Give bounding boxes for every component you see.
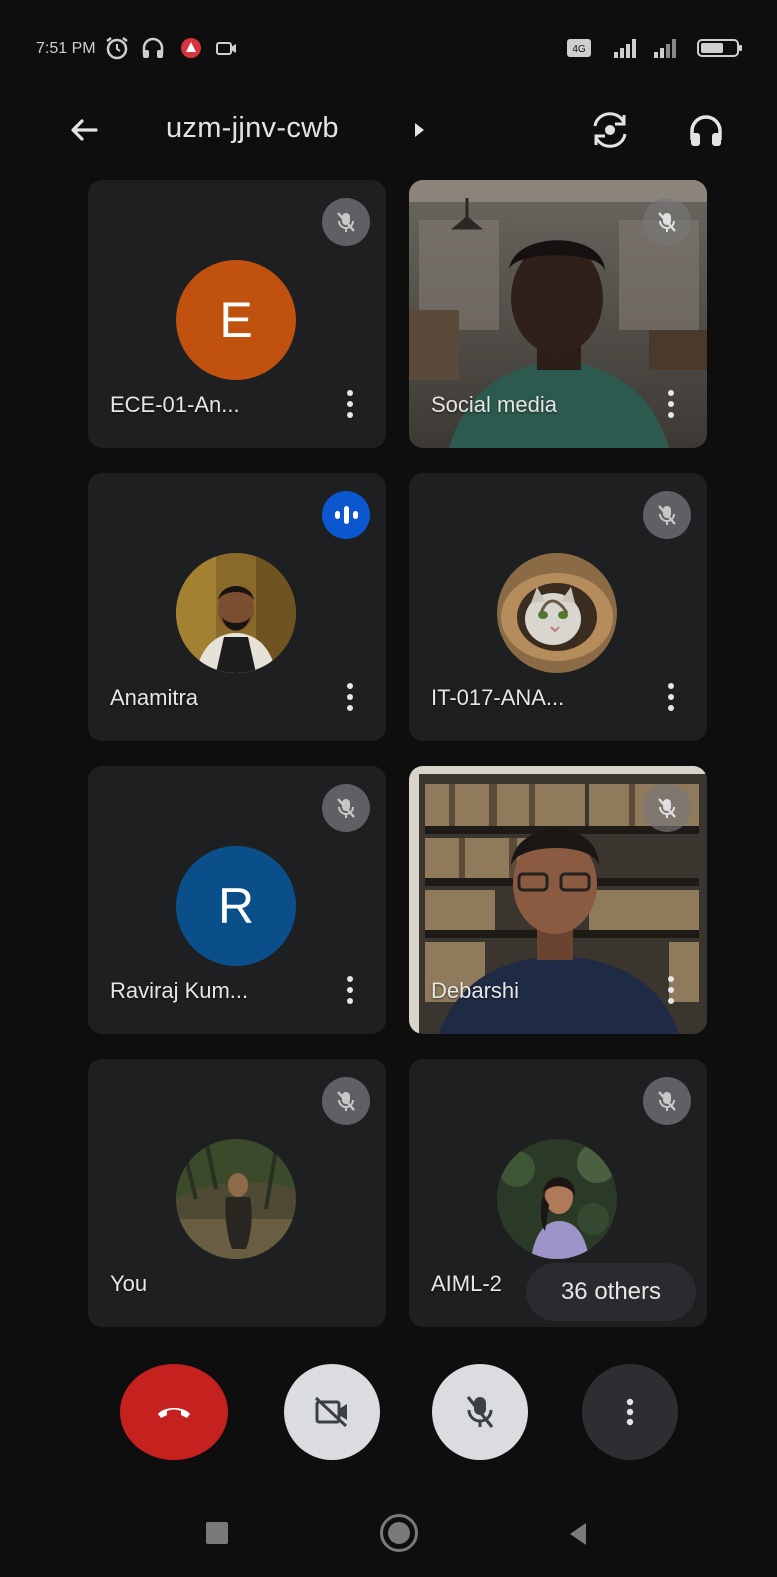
system-back-button[interactable] — [566, 1520, 590, 1548]
mic-off-icon — [466, 1396, 494, 1428]
participant-name: Raviraj Kum... — [110, 978, 249, 1003]
participant-tile[interactable]: Debarshi — [409, 766, 707, 1034]
mic-off-icon — [337, 1091, 355, 1111]
arrow-left-icon — [71, 119, 98, 141]
recents-button[interactable] — [206, 1522, 228, 1544]
more-options-icon[interactable] — [338, 677, 362, 717]
participant-name: ECE-01-An... — [110, 392, 240, 417]
participant-name: Social media — [431, 392, 557, 417]
end-call-icon — [158, 1408, 190, 1418]
participant-tile[interactable]: IT-017-ANA... — [409, 473, 707, 741]
audio-output-button[interactable] — [678, 102, 734, 158]
participant-tile[interactable]: R Raviraj Kum... — [88, 766, 386, 1034]
more-options-icon[interactable] — [338, 384, 362, 424]
avatar — [176, 553, 296, 673]
camera-toggle-button[interactable] — [284, 1364, 380, 1460]
meeting-code[interactable]: uzm-jjnv-cwb — [166, 112, 339, 145]
alarm-icon — [104, 36, 130, 60]
mic-muted-badge — [643, 198, 691, 246]
headphones-icon — [690, 115, 722, 146]
call-controls — [0, 1340, 777, 1480]
system-navigation-bar — [0, 1490, 777, 1577]
more-vertical-icon — [626, 1398, 634, 1426]
mic-muted-badge — [322, 1077, 370, 1125]
switch-camera-icon — [593, 112, 627, 148]
avatar: R — [176, 846, 296, 966]
mic-muted-badge — [643, 1077, 691, 1125]
self-tile[interactable]: You — [88, 1059, 386, 1327]
svg-text:4G: 4G — [572, 44, 586, 55]
participant-name: IT-017-ANA... — [431, 685, 565, 710]
status-time: 7:51 PM — [36, 40, 96, 57]
meeting-header: uzm-jjnv-cwb — [0, 90, 777, 170]
mic-muted-badge — [643, 784, 691, 832]
more-options-icon[interactable] — [659, 677, 683, 717]
avatar — [497, 1139, 617, 1259]
participant-tile[interactable]: E ECE-01-An... — [88, 180, 386, 448]
avatar — [176, 1139, 296, 1259]
mic-off-icon — [658, 1091, 676, 1111]
signal-icon — [600, 36, 648, 60]
more-options-icon[interactable] — [659, 970, 683, 1010]
mic-off-icon — [337, 212, 355, 232]
participant-tile[interactable]: Anamitra — [88, 473, 386, 741]
volte-icon: 4G — [566, 36, 592, 60]
participant-name: Anamitra — [110, 685, 199, 710]
battery-icon — [696, 36, 746, 60]
participant-tile[interactable]: Social media — [409, 180, 707, 448]
more-options-button[interactable] — [582, 1364, 678, 1460]
mic-muted-badge — [643, 491, 691, 539]
participant-name: AIML-2 — [431, 1271, 502, 1296]
camera-notification-icon — [214, 36, 240, 60]
mic-off-icon — [658, 505, 676, 525]
speaking-indicator — [322, 491, 370, 539]
participant-name: Debarshi — [431, 978, 520, 1003]
headphones-icon — [140, 36, 166, 60]
app-notification-icon — [178, 36, 204, 60]
chevron-right-icon[interactable] — [410, 118, 430, 142]
avatar — [497, 553, 617, 673]
mic-off-icon — [337, 798, 355, 818]
microphone-toggle-button[interactable] — [432, 1364, 528, 1460]
participant-name: You — [110, 1271, 148, 1296]
others-count-chip[interactable]: 36 others — [526, 1263, 696, 1321]
more-options-icon[interactable] — [659, 384, 683, 424]
meet-screen: 7:51 PM 4G uzm-jjnv-cwb E ECE-01-An... S… — [0, 0, 777, 1577]
mic-off-icon — [658, 798, 676, 818]
mic-off-icon — [658, 212, 676, 232]
camera-off-icon — [314, 1396, 348, 1428]
mic-muted-badge — [322, 198, 370, 246]
signal-icon — [650, 36, 686, 60]
switch-camera-button[interactable] — [582, 102, 638, 158]
status-bar: 7:51 PM 4G — [0, 0, 777, 70]
home-button[interactable] — [380, 1514, 418, 1552]
more-options-icon[interactable] — [338, 970, 362, 1010]
end-call-button[interactable] — [120, 1364, 228, 1460]
avatar: E — [176, 260, 296, 380]
back-button[interactable] — [56, 102, 112, 158]
mic-muted-badge — [322, 784, 370, 832]
